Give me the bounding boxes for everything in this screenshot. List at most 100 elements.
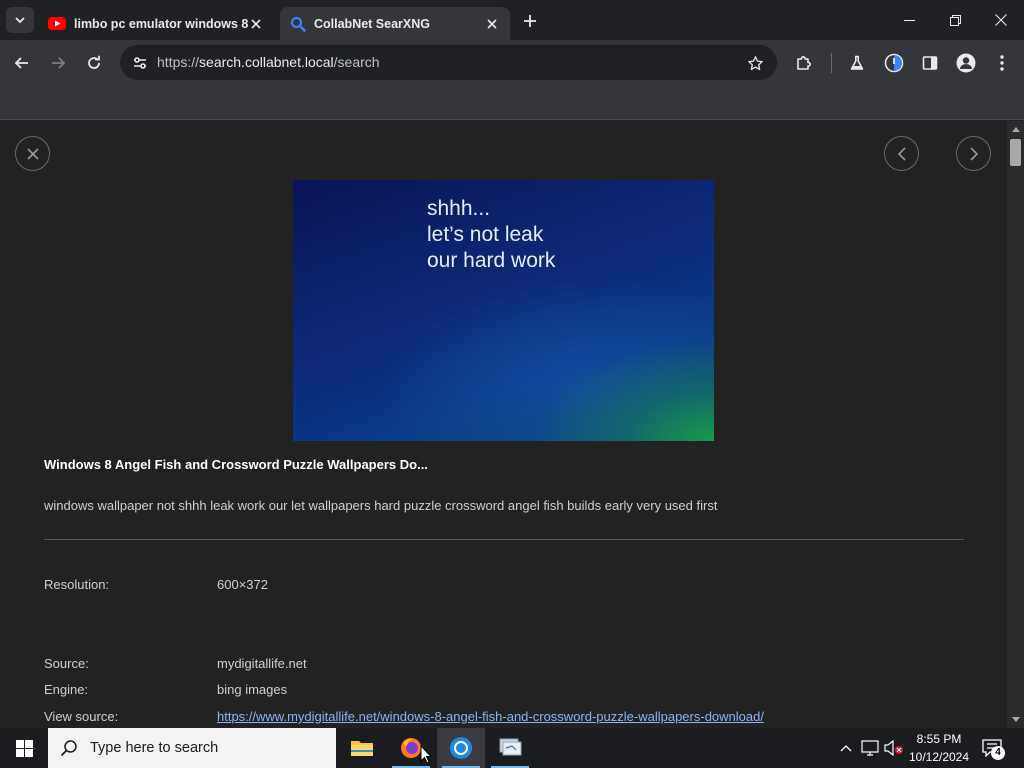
tab-search-button[interactable] xyxy=(6,7,34,33)
extensions-button[interactable] xyxy=(790,49,818,77)
flask-icon xyxy=(850,55,864,70)
tab-strip: limbo pc emulator windows 8 l CollabNet … xyxy=(0,0,1024,40)
folder-icon xyxy=(351,741,373,756)
engine-value: bing images xyxy=(217,682,288,697)
youtube-icon xyxy=(48,17,66,30)
view-source-link[interactable]: https://www.mydigitallife.net/windows-8-… xyxy=(217,709,764,724)
image-caption: shhh... let’s not leak our hard work xyxy=(427,196,555,274)
system-clock[interactable]: 8:55 PM 10/12/2024 xyxy=(905,730,973,766)
clock-date: 10/12/2024 xyxy=(908,750,970,764)
preview-image[interactable]: shhh... let’s not leak our hard work xyxy=(293,180,714,441)
new-tab-button[interactable] xyxy=(518,10,542,32)
chevron-right-icon xyxy=(969,146,978,161)
url-host: search.collabnet.local xyxy=(199,54,334,70)
close-detail-button[interactable] xyxy=(15,136,50,171)
minimize-icon xyxy=(903,19,915,21)
tune-icon xyxy=(134,57,146,69)
forward-button[interactable] xyxy=(44,49,72,77)
chevron-up-icon xyxy=(840,745,852,752)
windows-logo-icon xyxy=(15,739,33,757)
reload-button[interactable] xyxy=(80,49,108,77)
remote-desktop-icon xyxy=(499,738,522,756)
result-title: Windows 8 Angel Fish and Crossword Puzzl… xyxy=(44,457,428,472)
plus-icon xyxy=(524,15,536,27)
arrow-left-icon xyxy=(14,57,28,69)
image-caption-line: our hard work xyxy=(427,249,556,272)
close-window-button[interactable] xyxy=(978,0,1024,40)
reload-icon xyxy=(88,55,100,69)
volume-muted-icon xyxy=(884,740,903,756)
next-button[interactable] xyxy=(956,136,991,171)
bookmark-star-button[interactable] xyxy=(741,49,769,77)
search-icon xyxy=(290,16,306,32)
url-text[interactable]: https://search.collabnet.local/search xyxy=(157,45,380,80)
taskbar-search-box[interactable]: Type here to search xyxy=(48,728,336,768)
file-explorer-button[interactable] xyxy=(338,728,386,768)
side-panel-button[interactable] xyxy=(916,49,944,77)
view-source-label: View source: xyxy=(44,709,119,724)
close-icon xyxy=(995,14,1007,26)
menu-button[interactable] xyxy=(988,49,1016,77)
close-icon xyxy=(487,18,497,29)
engine-label: Engine: xyxy=(44,682,89,697)
resolution-value: 600×372 xyxy=(217,577,268,592)
source-label: Source: xyxy=(44,656,89,671)
divider xyxy=(44,539,964,540)
extension-button[interactable] xyxy=(880,49,908,77)
remote-desktop-button[interactable] xyxy=(486,728,534,768)
network-icon xyxy=(861,740,879,756)
url-scheme: https:// xyxy=(157,54,200,70)
notification-center-button[interactable]: 4 xyxy=(980,736,1005,760)
toolbar-separator xyxy=(831,53,832,73)
page-scrollbar[interactable] xyxy=(1007,121,1024,728)
chrome-icon xyxy=(450,737,472,759)
close-tab-button[interactable] xyxy=(248,16,264,32)
previous-button[interactable] xyxy=(884,136,919,171)
restore-icon xyxy=(949,14,961,26)
network-button[interactable] xyxy=(860,738,880,758)
back-button[interactable] xyxy=(8,49,36,77)
search-icon xyxy=(60,740,77,757)
windows-taskbar: Type here to search 8:55 PM 10/12/2024 4 xyxy=(0,728,1024,768)
chrome-button[interactable] xyxy=(437,728,485,768)
volume-button[interactable] xyxy=(884,738,904,758)
mouse-cursor-icon xyxy=(420,745,432,764)
close-icon xyxy=(251,18,261,29)
scroll-thumb[interactable] xyxy=(1010,139,1021,166)
browser-toolbar: https://search.collabnet.local/search xyxy=(0,40,1024,85)
side-panel-icon xyxy=(922,56,938,70)
restore-button[interactable] xyxy=(932,0,978,40)
chevron-down-icon xyxy=(15,17,25,24)
show-hidden-icons-button[interactable] xyxy=(836,738,856,758)
clock-time: 8:55 PM xyxy=(916,732,962,746)
image-detail-view: shhh... let’s not leak our hard work Win… xyxy=(0,121,1007,728)
tab-title: limbo pc emulator windows 8 l xyxy=(74,16,248,31)
image-caption-line: let’s not leak xyxy=(427,223,544,246)
notification-count: 4 xyxy=(991,746,1005,760)
result-description: windows wallpaper not shhh leak work our… xyxy=(44,498,718,513)
star-icon xyxy=(747,55,763,70)
arrow-right-icon xyxy=(52,57,66,69)
start-button[interactable] xyxy=(0,728,48,768)
scroll-up-button[interactable] xyxy=(1007,121,1024,138)
minimize-button[interactable] xyxy=(886,0,932,40)
chevron-left-icon xyxy=(897,146,906,161)
extension-badge-icon xyxy=(884,53,904,73)
scroll-down-button[interactable] xyxy=(1007,711,1024,728)
close-tab-button[interactable] xyxy=(484,16,500,32)
avatar-icon xyxy=(956,53,976,73)
triangle-up-icon xyxy=(1011,127,1020,132)
tab-searxng[interactable]: CollabNet SearXNG xyxy=(280,7,510,40)
image-caption-line: shhh... xyxy=(427,197,491,220)
puzzle-icon xyxy=(797,56,811,70)
profile-button[interactable] xyxy=(952,49,980,77)
resolution-label: Resolution: xyxy=(44,577,110,592)
tab-title: CollabNet SearXNG xyxy=(314,16,431,31)
close-icon xyxy=(26,147,39,160)
address-bar[interactable]: https://search.collabnet.local/search xyxy=(120,45,777,80)
site-info-button[interactable] xyxy=(126,49,154,77)
more-vertical-icon xyxy=(1000,55,1004,71)
tab-youtube[interactable]: limbo pc emulator windows 8 l xyxy=(38,7,274,40)
search-placeholder: Type here to search xyxy=(90,740,219,756)
labs-button[interactable] xyxy=(843,49,871,77)
